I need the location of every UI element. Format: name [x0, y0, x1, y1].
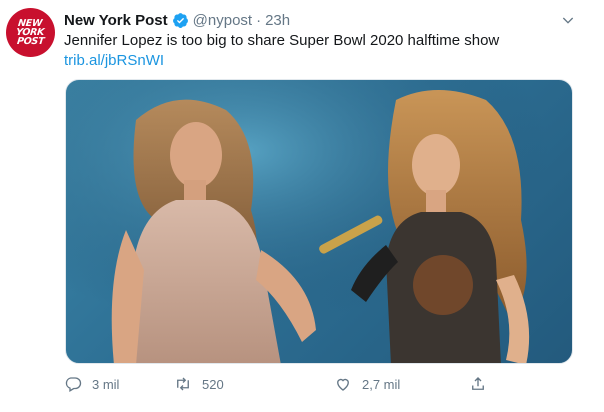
like-count: 2,7 mil [362, 376, 401, 392]
heart-icon [337, 378, 349, 391]
separator-dot: · [256, 11, 262, 29]
tweet-photo[interactable] [65, 79, 573, 364]
tweet-card[interactable]: NEW YORK POST New York Post @nypost · 23… [0, 0, 604, 412]
timestamp[interactable]: 23h [265, 12, 290, 29]
tweet-link[interactable]: trib.al/jbRSnWI [64, 51, 164, 71]
share-button[interactable] [469, 372, 497, 396]
share-icon [472, 377, 484, 390]
avatar[interactable]: NEW YORK POST [6, 8, 55, 57]
author-handle[interactable]: @nypost [193, 12, 252, 29]
avatar-text-line-3: POST [16, 36, 45, 47]
retweet-count: 520 [202, 376, 224, 392]
photo-illustration [66, 80, 572, 363]
reply-button[interactable]: 3 mil [64, 372, 119, 396]
reply-count: 3 mil [92, 376, 120, 392]
like-button[interactable]: 2,7 mil [334, 372, 400, 396]
reply-icon [65, 377, 82, 392]
retweet-icon [177, 377, 189, 391]
chevron-down-icon[interactable] [560, 12, 576, 28]
tweet-text: Jennifer Lopez is too big to share Super… [64, 32, 500, 49]
verified-badge-icon [172, 12, 189, 29]
tweet-actions: 3 mil 520 2,7 mil [64, 372, 574, 396]
author-name[interactable]: New York Post [64, 12, 168, 29]
tweet-header: New York Post @nypost · 23h [64, 10, 290, 30]
retweet-button[interactable]: 520 [174, 372, 224, 396]
